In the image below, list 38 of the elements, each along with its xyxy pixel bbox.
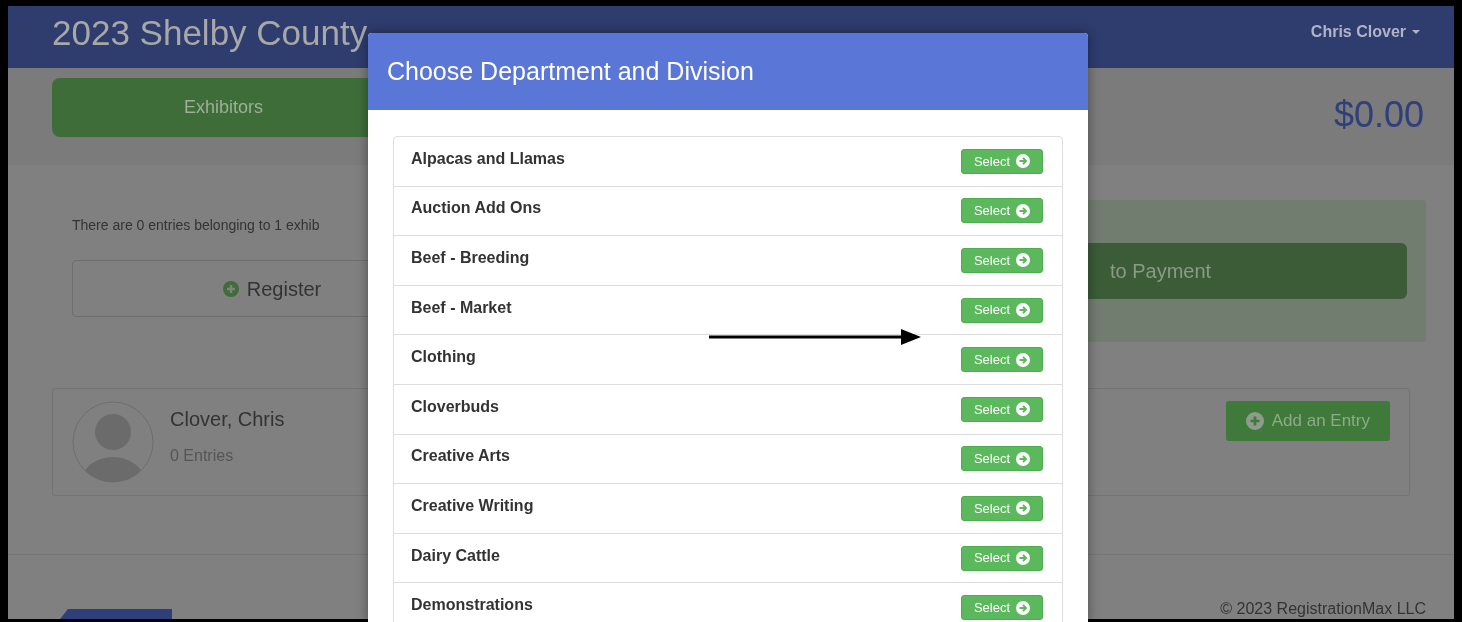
user-menu[interactable]: Chris Clover: [1310, 20, 1420, 44]
select-button[interactable]: Select: [961, 495, 1043, 521]
plus-icon: [222, 280, 239, 297]
arrow-circle-icon: [1016, 551, 1031, 566]
department-name: Alpacas and Llamas: [411, 148, 565, 169]
select-button[interactable]: Select: [961, 446, 1043, 472]
arrow-circle-icon: [1016, 352, 1031, 367]
arrow-circle-icon: [1016, 600, 1031, 615]
select-button[interactable]: Select: [961, 396, 1043, 422]
summary-text: There are 0 entries belonging to 1 exhib: [72, 216, 321, 235]
plus-icon: [1245, 412, 1264, 430]
select-button[interactable]: Select: [961, 595, 1043, 621]
select-button[interactable]: Select: [961, 545, 1043, 571]
department-name: Clothing: [411, 347, 476, 368]
department-name: Creative Writing: [411, 495, 534, 516]
department-name: Cloverbuds: [411, 396, 499, 417]
exhibitor-name: Clover, Chris: [170, 407, 285, 432]
arrow-circle-icon: [1016, 451, 1031, 466]
department-name: Demonstrations: [411, 595, 533, 616]
site-title: 2023 Shelby County: [52, 15, 368, 50]
select-button[interactable]: Select: [961, 347, 1043, 373]
select-button[interactable]: Select: [961, 198, 1043, 224]
add-entry-button[interactable]: Add an Entry: [1225, 401, 1390, 441]
arrow-circle-icon: [1016, 154, 1031, 169]
arrow-circle-icon: [1016, 203, 1031, 218]
arrow-circle-icon: [1016, 402, 1031, 417]
total-amount: $0.00: [1333, 92, 1424, 137]
arrow-circle-icon: [1016, 303, 1031, 318]
department-name: Dairy Cattle: [411, 545, 500, 566]
select-button[interactable]: Select: [961, 248, 1043, 273]
department-name: Creative Arts: [411, 446, 510, 467]
select-button[interactable]: Select: [961, 148, 1043, 174]
arrow-circle-icon: [1016, 501, 1031, 516]
arrow-circle-icon: [1016, 253, 1031, 268]
department-name: Auction Add Ons: [411, 198, 542, 219]
caret-icon: [1412, 30, 1420, 34]
select-button[interactable]: Select: [961, 297, 1043, 323]
copyright-text: © 2023 RegistrationMax LLC: [1220, 601, 1426, 619]
